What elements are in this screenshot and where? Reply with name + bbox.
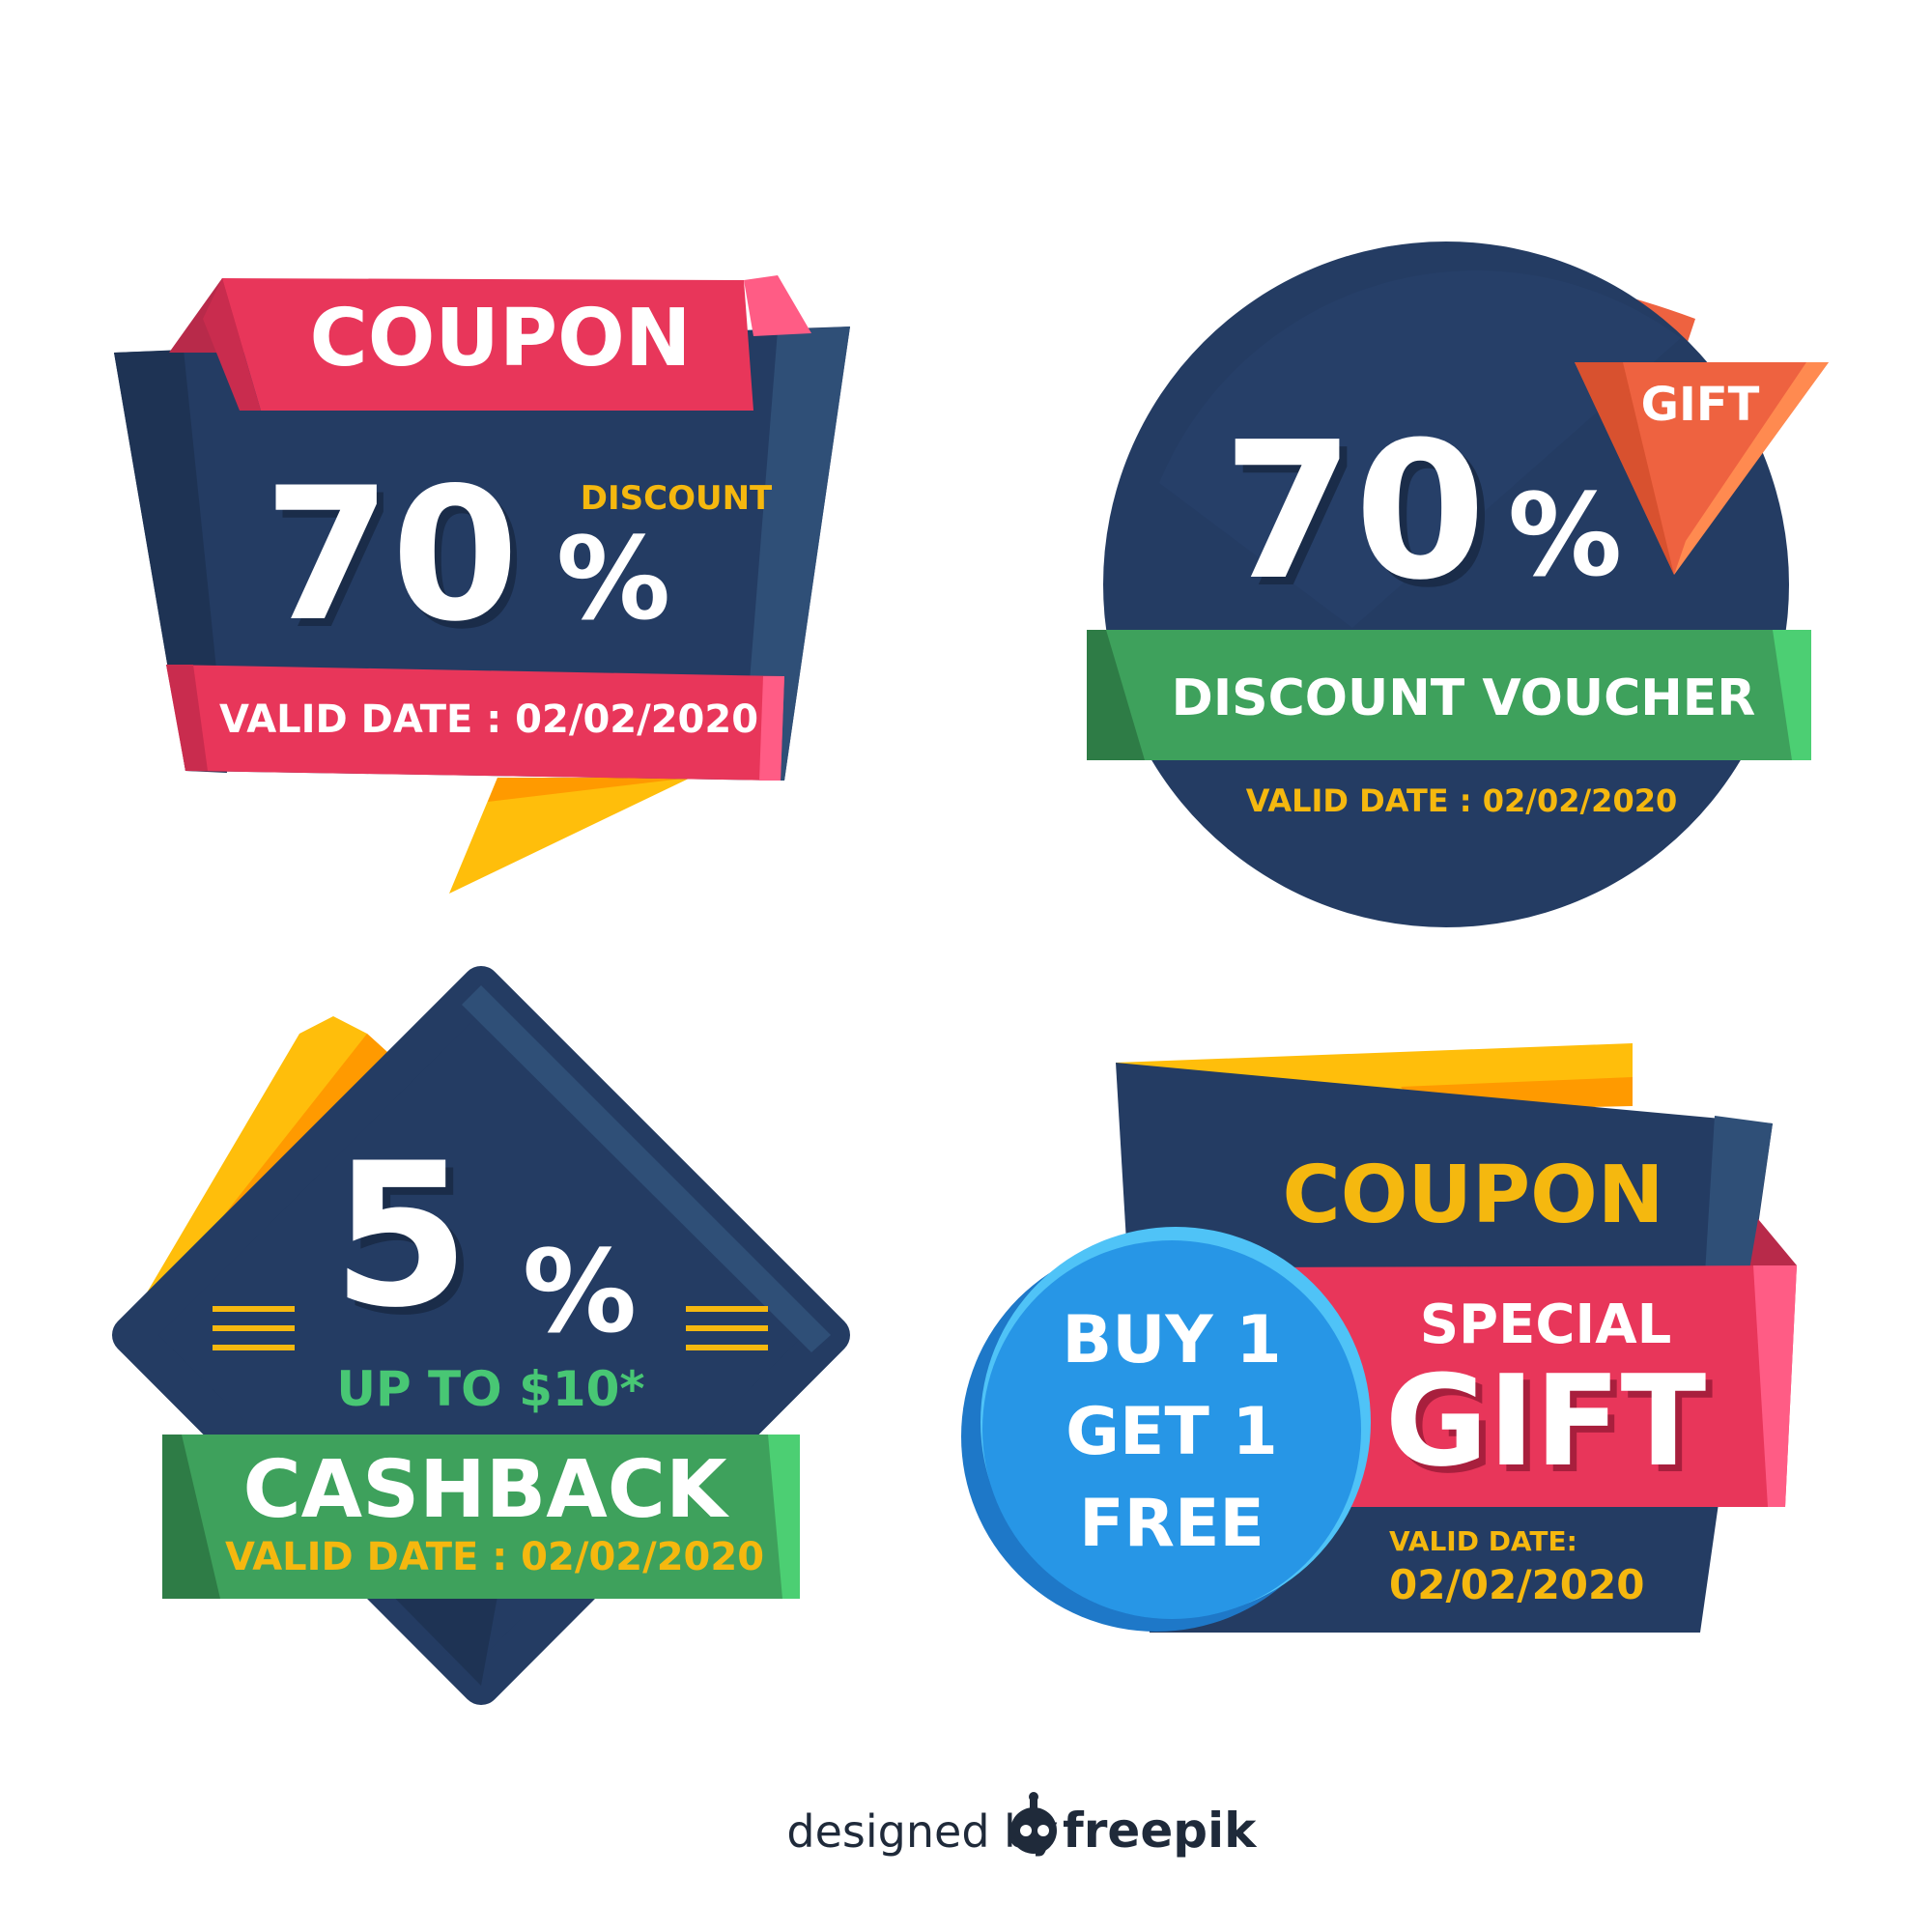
pink-bottom-band-right-shade [759, 676, 784, 781]
coupon-title: COUPON [310, 293, 692, 384]
up-to-text: UP TO $10* [336, 1361, 644, 1417]
special-gift-badge: COUPON SPECIAL GIFT GIFT VALID DATE: 02/… [961, 1043, 1797, 1633]
coupon-title: COUPON [1283, 1150, 1664, 1241]
freepik-brand-text[interactable]: freepik [1063, 1803, 1258, 1859]
valid-date-label: VALID DATE: [1389, 1525, 1577, 1557]
coupon-70-badge: COUPON 70 70 % DISCOUNT VALID DATE : 02/… [114, 275, 850, 894]
get-one-text: GET 1 [1065, 1394, 1278, 1470]
decor-line [213, 1306, 295, 1312]
decor-line [686, 1345, 768, 1350]
gift-label: GIFT [1641, 378, 1760, 432]
big-number: 5 [332, 1122, 470, 1351]
big-number: 70 [1223, 402, 1487, 622]
valid-date-value: 02/02/2020 [1389, 1561, 1644, 1608]
big-number: 70 [264, 448, 519, 662]
gift-voucher-badge: GIFT 70 70 % DISCOUNT VOUCHER VALID DATE… [1087, 242, 1829, 927]
valid-date-text: VALID DATE : 02/02/2020 [1246, 782, 1677, 819]
freepik-robot-icon [1010, 1792, 1057, 1854]
percent-sign: % [1508, 469, 1622, 602]
discount-label: DISCOUNT [581, 479, 773, 518]
valid-date-text: VALID DATE : 02/02/2020 [219, 697, 758, 742]
decor-line [686, 1306, 768, 1312]
buy-one-text: BUY 1 [1062, 1302, 1281, 1378]
percent-sign: % [556, 512, 670, 645]
free-text: FREE [1079, 1486, 1264, 1562]
yellow-tail-shape [449, 778, 691, 894]
valid-date-text: VALID DATE : 02/02/2020 [225, 1535, 764, 1579]
decor-line [213, 1345, 295, 1350]
discount-voucher-text: DISCOUNT VOUCHER [1172, 669, 1756, 727]
percent-sign: % [523, 1225, 637, 1358]
gift-text: GIFT [1385, 1348, 1707, 1494]
pink-ribbon-right-fold [744, 275, 811, 336]
coupon-badges-canvas: COUPON 70 70 % DISCOUNT VALID DATE : 02/… [112, 242, 1829, 1859]
footer-credit: designed by freepik [786, 1792, 1258, 1859]
decor-line [686, 1325, 768, 1331]
cashback-text: CASHBACK [242, 1444, 729, 1536]
decor-line [213, 1325, 295, 1331]
cashback-badge: 5 5 % UP TO $10* CASHBACK VALID DATE : 0… [112, 966, 850, 1705]
